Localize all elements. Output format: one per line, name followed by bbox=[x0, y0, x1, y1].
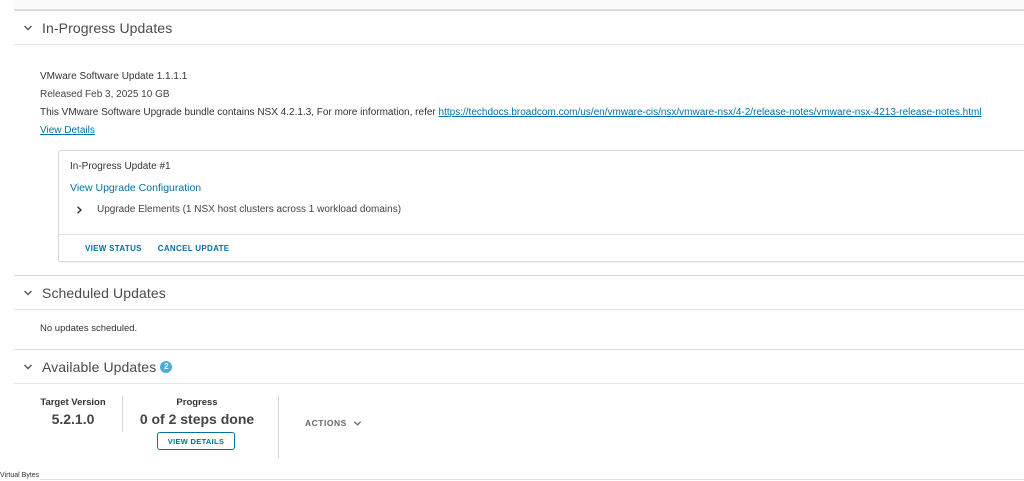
release-notes-link[interactable]: https://techdocs.broadcom.com/us/en/vmwa… bbox=[439, 107, 982, 118]
available-updates-header[interactable]: Available Updates 2 bbox=[14, 350, 1024, 384]
bundle-description: This VMware Software Upgrade bundle cont… bbox=[40, 107, 982, 118]
view-details-link[interactable]: View Details bbox=[40, 125, 982, 136]
view-details-button[interactable]: VIEW DETAILS bbox=[157, 432, 235, 450]
upgrade-elements-toggle[interactable]: Upgrade Elements (1 NSX host clusters ac… bbox=[76, 204, 401, 215]
cancel-update-button[interactable]: CANCEL UPDATE bbox=[158, 244, 230, 253]
progress-label: Progress bbox=[176, 397, 218, 408]
target-version: Target Version 5.2.1.0 bbox=[30, 397, 116, 427]
bundle-release-info: Released Feb 3, 2025 10 GB bbox=[40, 89, 170, 100]
chevron-right-icon bbox=[77, 205, 83, 214]
view-status-button[interactable]: VIEW STATUS bbox=[85, 244, 142, 253]
no-updates-message: No updates scheduled. bbox=[40, 323, 138, 334]
section-title: Available Updates bbox=[42, 358, 157, 375]
update-bundle-info: VMware Software Update 1.1.1.1 Released … bbox=[40, 71, 982, 136]
actions-label: ACTIONS bbox=[305, 418, 347, 428]
bundle-description-text: This VMware Software Upgrade bundle cont… bbox=[40, 107, 436, 118]
in-progress-updates-header[interactable]: In-Progress Updates bbox=[14, 11, 1024, 45]
watermark: Virtual Bytes bbox=[0, 472, 40, 479]
bottom-divider bbox=[40, 479, 1024, 480]
card-title: In-Progress Update #1 bbox=[70, 161, 171, 172]
metric-divider bbox=[122, 396, 123, 432]
progress: Progress 0 of 2 steps done bbox=[132, 397, 262, 427]
target-version-label: Target Version bbox=[40, 397, 106, 408]
section-title: In-Progress Updates bbox=[42, 19, 173, 36]
section-title: Scheduled Updates bbox=[42, 284, 166, 301]
in-progress-update-card: In-Progress Update #1 View Upgrade Confi… bbox=[58, 150, 1024, 262]
actions-divider bbox=[278, 396, 279, 458]
chevron-down-icon[interactable] bbox=[14, 23, 42, 33]
card-footer: VIEW STATUS CANCEL UPDATE bbox=[59, 234, 1024, 262]
scheduled-updates-section: Scheduled Updates No updates scheduled. bbox=[14, 275, 1024, 349]
chevron-down-icon bbox=[353, 420, 361, 426]
target-version-value: 5.2.1.0 bbox=[51, 411, 95, 427]
scheduled-updates-header[interactable]: Scheduled Updates bbox=[14, 276, 1024, 310]
available-count-badge: 2 bbox=[160, 360, 173, 373]
upgrade-elements-label: Upgrade Elements (1 NSX host clusters ac… bbox=[97, 204, 402, 215]
chevron-down-icon[interactable] bbox=[14, 362, 42, 372]
bundle-name: VMware Software Update 1.1.1.1 bbox=[40, 71, 188, 82]
actions-dropdown[interactable]: ACTIONS bbox=[305, 418, 362, 428]
available-updates-section: Available Updates 2 Target Version 5.2.1… bbox=[14, 349, 1024, 481]
chevron-down-icon[interactable] bbox=[14, 288, 42, 298]
in-progress-updates-section: In-Progress Updates VMware Software Upda… bbox=[14, 10, 1024, 275]
top-divider bbox=[14, 0, 1024, 10]
view-upgrade-configuration-link[interactable]: View Upgrade Configuration bbox=[70, 182, 201, 194]
progress-value: 0 of 2 steps done bbox=[139, 411, 255, 427]
